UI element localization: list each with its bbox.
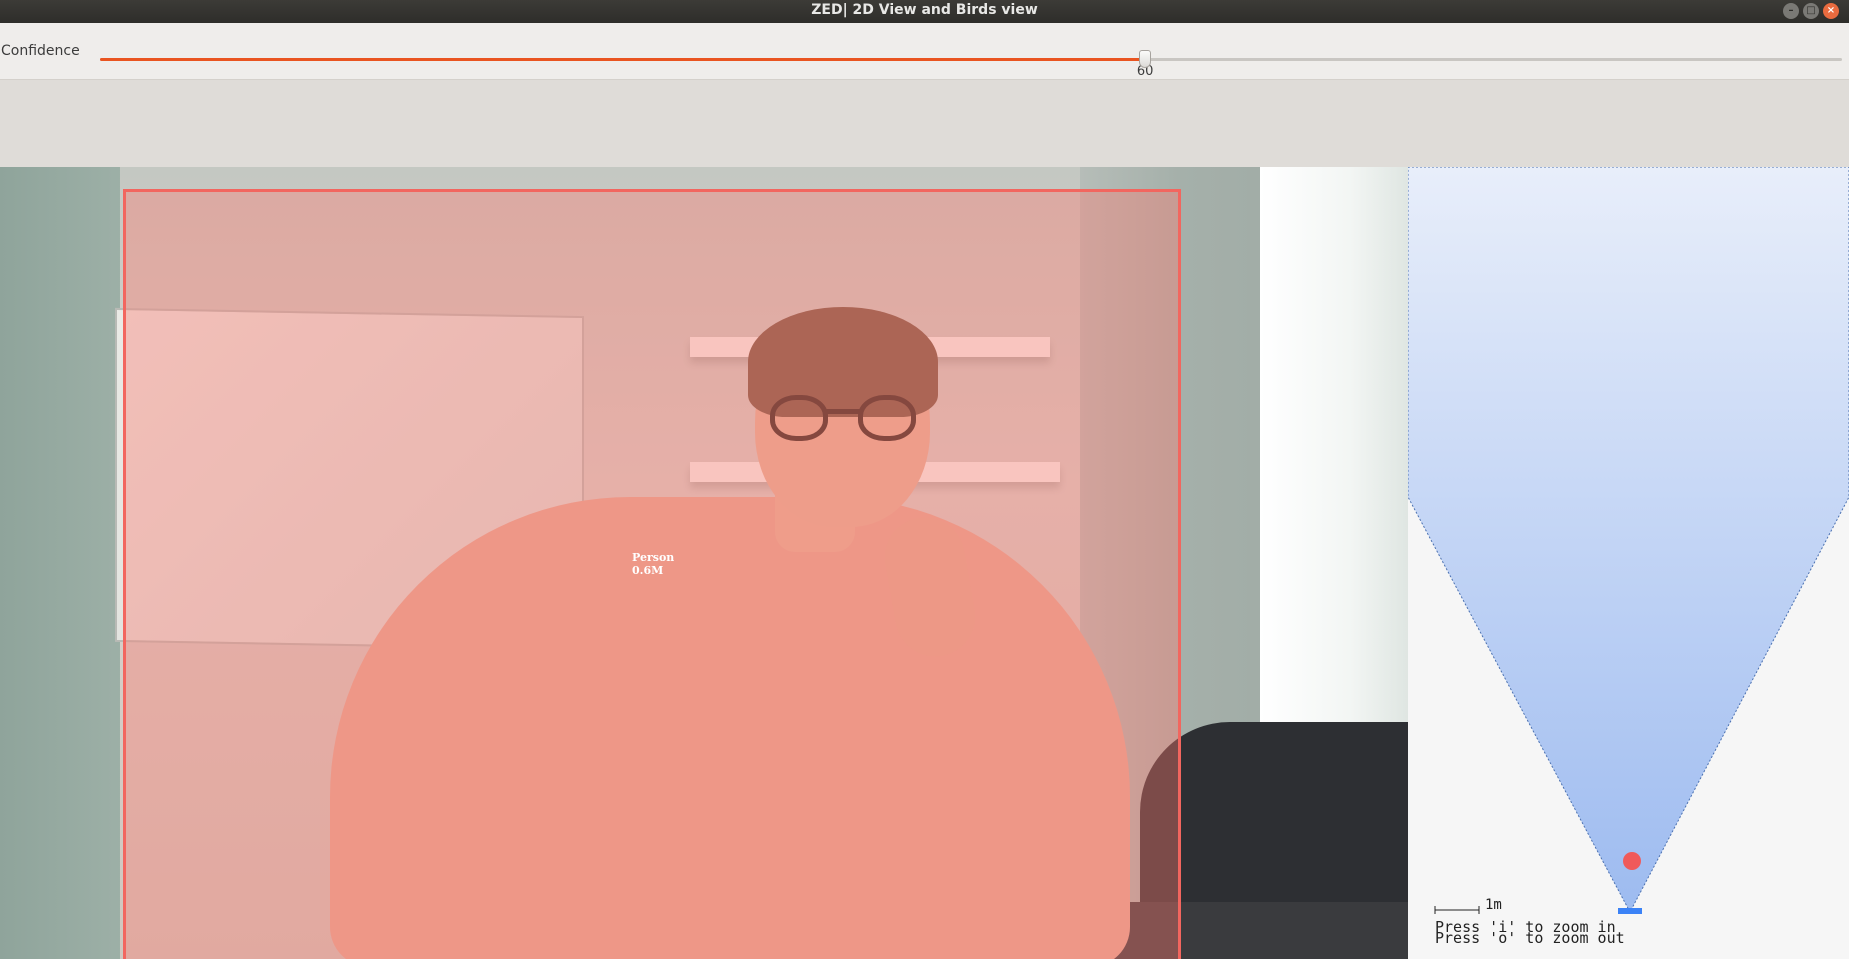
camera-2d-view: Person 0.6M (0, 167, 1408, 959)
field-of-view-cone (1408, 167, 1849, 914)
detection-class: Person (632, 551, 675, 564)
tracked-object-marker (1623, 852, 1641, 870)
confidence-label: Confidence (1, 43, 80, 59)
minimize-icon[interactable]: – (1783, 3, 1799, 19)
confidence-slider-fill (100, 58, 1146, 61)
window-title: ZED| 2D View and Birds view (811, 2, 1038, 18)
confidence-slider[interactable]: 60 (100, 50, 1842, 79)
window-controls: – □ × (1783, 3, 1839, 19)
window-titlebar: ZED| 2D View and Birds view – □ × (0, 0, 1849, 23)
camera-marker (1618, 908, 1642, 914)
birds-eye-view: 1m Press 'i' to zoom in Press 'o' to zoo… (1408, 167, 1849, 959)
detection-label: Person 0.6M (632, 551, 674, 577)
maximize-icon[interactable]: □ (1803, 3, 1819, 19)
scale-label: 1m (1485, 897, 1502, 913)
controls-toolbar: Confidence 60 (0, 23, 1849, 80)
empty-panel (0, 80, 1849, 167)
birds-eye-canvas (1408, 167, 1849, 914)
zoom-out-hint: Press 'o' to zoom out (1435, 929, 1625, 947)
confidence-slider-handle[interactable] (1139, 50, 1152, 68)
detection-distance: 0.6M (632, 564, 664, 577)
scale-bar (1434, 906, 1480, 914)
close-icon[interactable]: × (1823, 3, 1839, 19)
